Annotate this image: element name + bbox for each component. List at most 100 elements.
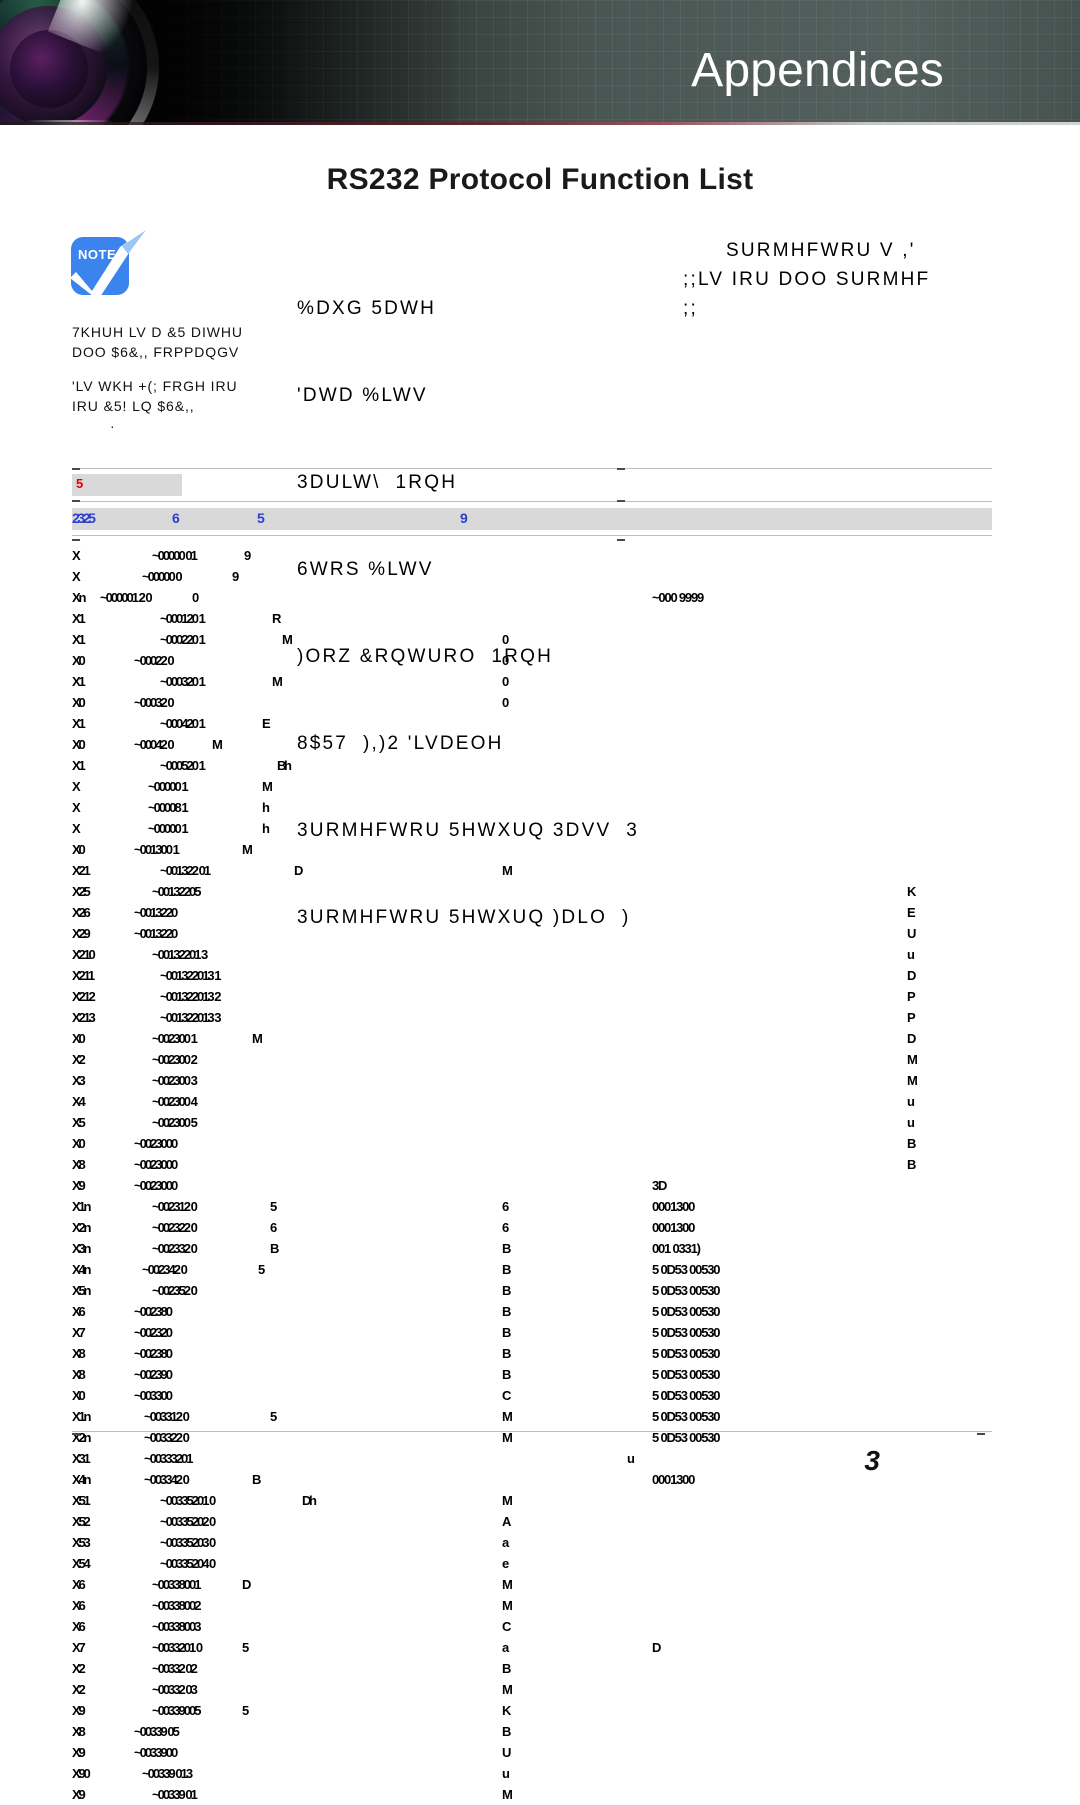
table-header-cell: 6 [172,510,180,526]
table-cell-response: 5 0D53 00530 [652,1388,721,1403]
table-cell-command: ~002380 [134,1346,173,1361]
table-row: X0 ~00042 0 M [72,734,992,755]
banner-title: Appendices [691,44,944,97]
table-cell-value: B [502,1661,511,1676]
table-cell-id: X0 [72,1031,86,1046]
table-row: X6 ~00338003 C [72,1616,992,1637]
table-cell-extra: B [907,1136,916,1151]
table-cell-command: ~002300 5 [152,1115,198,1130]
table-tick [72,500,80,502]
table-cell-command: ~002342 0 [142,1262,188,1277]
table-cell-command: ~0033201 0 [152,1640,203,1655]
table-cell-extra: D [907,1031,916,1046]
table-cell-id: X2 [72,1682,86,1697]
table-cell-command: ~000120 1 [160,611,206,626]
table-cell-extra: u [907,1094,915,1109]
table-cell-extra: D [907,968,916,983]
table-cell-command: ~0013220 [134,926,178,941]
table-row: X6 ~00338002 M [72,1595,992,1616]
table-cell-id: X1 [72,674,86,689]
table-cell-value: B [502,1346,511,1361]
table-cell-id: X0 [72,653,86,668]
table-cell-id: X0 [72,695,86,710]
table-cell-id: X5 [72,1115,86,1130]
table-cell-extra: u [907,1115,915,1130]
table-row: X31 ~00333201 u [72,1448,992,1469]
table-cell-command: ~00000 1 [148,821,189,836]
table-cell-extra: K [907,884,916,899]
table-cell-command: ~002300 4 [152,1094,198,1109]
page-title: RS232 Protocol Function List [326,163,754,196]
table-cell-id: X1 [72,716,86,731]
table-header-band: 2325 6 5 9 [72,508,992,530]
table-cell-command: ~002322 0 [152,1220,198,1235]
table-cell-id: X6 [72,1598,86,1613]
table-cell-id: X26 [72,905,91,920]
table-cell-extra: E [907,905,916,920]
table-cell-param: M [282,632,293,647]
table-cell-id: X29 [72,926,91,941]
table-cell-value: a [502,1535,509,1550]
table-cell-response: 5 0D53 00530 [652,1304,721,1319]
setting-row: %DXG 5DWH [297,298,437,319]
table-cell-value: M [502,863,513,878]
table-cell-param: 9 [244,548,251,563]
table-tick [617,500,625,502]
table-cell-value: 6 [502,1199,509,1214]
table-cell-command: ~00339 01 [152,1787,198,1802]
table-cell-param: 5 [270,1409,277,1424]
table-cell-param: 0 [192,590,199,605]
table-row: X0 ~003300 C 5 0D53 00530 [72,1385,992,1406]
table-cell-value: 0 [502,674,509,689]
table-cell-param: h [262,800,270,815]
table-row: X90 ~00339 013 u [72,1763,992,1784]
table-row: X3 ~002300 3 M [72,1070,992,1091]
table-row: X3n ~002332 0 B B 001 0331) [72,1238,992,1259]
table-row: X9 ~0033900 U [72,1742,992,1763]
table-cell-extra: u [907,947,915,962]
table-cell-command: ~001300 1 [134,842,180,857]
table-cell-extra: B [907,1157,916,1172]
table-cell-id: X8 [72,1724,86,1739]
table-cell-id: X211 [72,968,95,983]
table-cell-value: M [502,1598,513,1613]
table-cell-param: 5 [242,1640,249,1655]
table-subheader-label: 5 [76,476,83,491]
table-cell-command: ~00000 1 [148,779,189,794]
table-cell-command: ~00338001 [152,1577,201,1592]
table-cell-command: ~00132201 3 [152,947,208,962]
table-row: X53 ~00335203 0 a [72,1532,992,1553]
page-header-banner: Appendices [0,0,1080,125]
rs232-side-note: SURMHFWRU V ,' LV IRU DOO SURMHF [698,236,930,294]
table-row: X211 ~001322013 1 D [72,965,992,986]
table-cell-value: K [502,1703,511,1718]
table-cell-command: ~002390 [134,1367,173,1382]
table-row: X0 ~00022 0 0 [72,650,992,671]
table-row: X ~00000 1 h [72,818,992,839]
table-row: X4 ~002300 4 u [72,1091,992,1112]
table-cell-command: ~0023000 [134,1136,178,1151]
table-cell-id: X5n [72,1283,91,1298]
table-cell-id: X25 [72,884,91,899]
table-cell-param: 5 [242,1703,249,1718]
table-cell-param: 9 [232,569,239,584]
table-cell-id: X1 [72,632,86,647]
table-cell-id: Xn [72,590,86,605]
table-cell-command: ~001322 01 [160,863,211,878]
table-row: X25 ~00132205 K [72,881,992,902]
table-cell-response: 0001300 [652,1220,695,1235]
table-cell-command: ~003300 [134,1388,173,1403]
side-note-line: LV IRU DOO SURMHF [698,269,931,290]
table-cell-id: X2 [72,1661,86,1676]
table-row: X1 ~000120 1 R [72,608,992,629]
table-row: X0 ~0023000 B [72,1133,992,1154]
table-cell-response: D [652,1640,661,1655]
table-cell-value: B [502,1367,511,1382]
table-cell-note: u [627,1451,635,1466]
table-cell-id: X2 [72,1052,86,1067]
table-cell-command: ~00000 01 [152,548,198,563]
table-cell-id: X51 [72,1493,91,1508]
table-cell-param: B [270,1241,279,1256]
table-cell-value: u [502,1766,510,1781]
table-cell-value: M [502,1409,513,1424]
